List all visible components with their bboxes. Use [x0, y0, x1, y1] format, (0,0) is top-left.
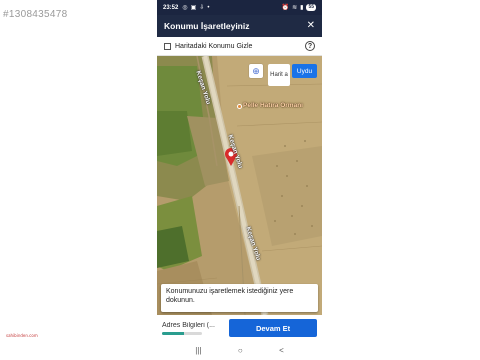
my-location-button[interactable]: ⊕	[249, 64, 263, 78]
map-hint: Konumunuzu işaretlemek istediğiniz yere …	[161, 284, 318, 312]
hide-location-label: Haritadaki Konumu Gizle	[175, 42, 253, 50]
status-icons-right: ⏰ ≋ ▮ 55	[282, 4, 316, 11]
map-type-harita-button[interactable]: Harit a	[268, 64, 290, 86]
header: Konumu İşaretleyiniz ✕	[157, 15, 322, 37]
wifi-icon: ≋	[292, 5, 298, 11]
back-icon[interactable]: <	[279, 346, 284, 355]
battery-icon: 55	[306, 4, 316, 11]
status-time: 23:52	[163, 4, 179, 11]
download-icon: ⇩	[199, 5, 205, 11]
map-type-uydu-button[interactable]: Uydu	[292, 64, 317, 78]
android-nav-bar: ||| ○ <	[157, 341, 322, 360]
whatsapp-icon: ◎	[182, 5, 188, 11]
message-icon: ▣	[190, 5, 197, 11]
watermark-text: sahibinden.com	[6, 333, 38, 338]
page-title: Konumu İşaretleyiniz	[164, 21, 250, 31]
step-info: Adres Bilgileri (...	[162, 322, 229, 335]
listing-id: #1308435478	[3, 9, 68, 20]
satellite-map[interactable]: ⊕ Harit a Uydu Pelle Hatıra Ormanı Keşan…	[157, 56, 322, 315]
hide-location-row[interactable]: Haritadaki Konumu Gizle ?	[157, 37, 322, 56]
continue-button[interactable]: Devam Et	[229, 319, 317, 337]
progress-fill	[162, 331, 184, 335]
recent-apps-icon[interactable]: |||	[195, 346, 201, 355]
status-icons-left: ◎ ▣ ⇩ •	[182, 4, 210, 12]
home-icon[interactable]: ○	[238, 346, 243, 355]
phone-screen: 23:52 ◎ ▣ ⇩ • ⏰ ≋ ▮ 55 Konumu İşaretleyi…	[157, 0, 322, 360]
status-bar: 23:52 ◎ ▣ ⇩ • ⏰ ≋ ▮ 55	[157, 0, 322, 15]
dot-icon: •	[207, 4, 210, 11]
step-label: Adres Bilgileri (...	[162, 321, 215, 329]
help-icon[interactable]: ?	[305, 41, 315, 51]
progress-bar	[162, 331, 202, 335]
hide-location-checkbox[interactable]	[164, 42, 171, 50]
bottom-bar: Adres Bilgileri (... Devam Et	[157, 315, 322, 341]
poi-label: Pelle Hatıra Ormanı	[243, 102, 303, 109]
map-imagery	[157, 56, 322, 315]
signal-icon: ▮	[300, 5, 304, 11]
close-icon[interactable]: ✕	[307, 21, 315, 31]
my-location-icon: ⊕	[252, 65, 260, 76]
alarm-icon: ⏰	[281, 5, 290, 11]
poi-marker-icon	[237, 104, 242, 109]
